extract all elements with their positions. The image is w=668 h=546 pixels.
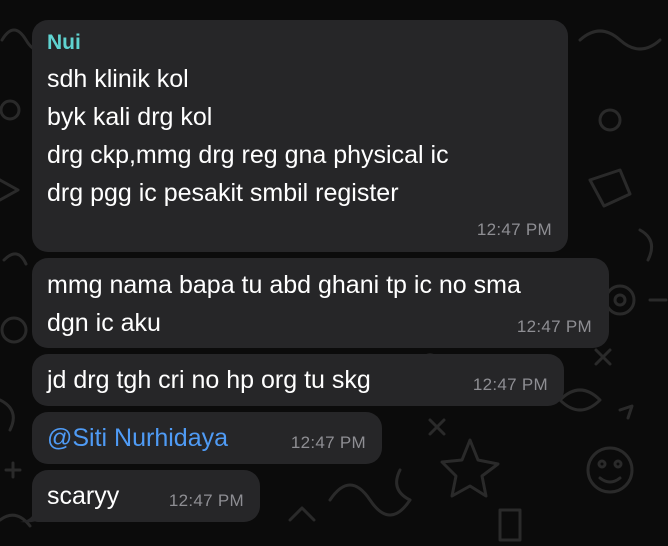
message-bubble[interactable]: @Siti Nurhidaya 12:47 PM (32, 412, 382, 464)
message-timestamp: 12:47 PM (290, 433, 366, 452)
message-list[interactable]: Nui sdh klinik kol byk kali drg kol drg … (0, 0, 668, 546)
message-bubble[interactable]: Nui sdh klinik kol byk kali drg kol drg … (32, 20, 568, 252)
message-line: drg pgg ic pesakit smbil register (47, 179, 399, 207)
message-timestamp: 12:47 PM (168, 491, 244, 510)
message-timestamp: 12:47 PM (476, 220, 552, 239)
message-line: mmg nama bapa tu abd ghani tp ic no sma (47, 271, 521, 299)
message-timestamp: 12:47 PM (516, 317, 592, 336)
message-text: mmg nama bapa tu abd ghani tp ic no sma … (47, 266, 593, 342)
message-text: sdh klinik kol byk kali drg kol drg ckp,… (47, 60, 552, 212)
sender-name[interactable]: Nui (47, 30, 552, 56)
message-bubble[interactable]: mmg nama bapa tu abd ghani tp ic no sma … (32, 258, 609, 348)
message-timestamp: 12:47 PM (472, 375, 548, 394)
message-bubble[interactable]: jd drg tgh cri no hp org tu skg 12:47 PM (32, 354, 564, 406)
message-line: dgn ic aku (47, 309, 161, 337)
message-line: byk kali drg kol (47, 103, 213, 131)
message-bubble[interactable]: scaryy 12:47 PM (32, 470, 260, 522)
message-line: sdh klinik kol (47, 65, 189, 93)
message-line: drg ckp,mmg drg reg gna physical ic (47, 141, 449, 169)
